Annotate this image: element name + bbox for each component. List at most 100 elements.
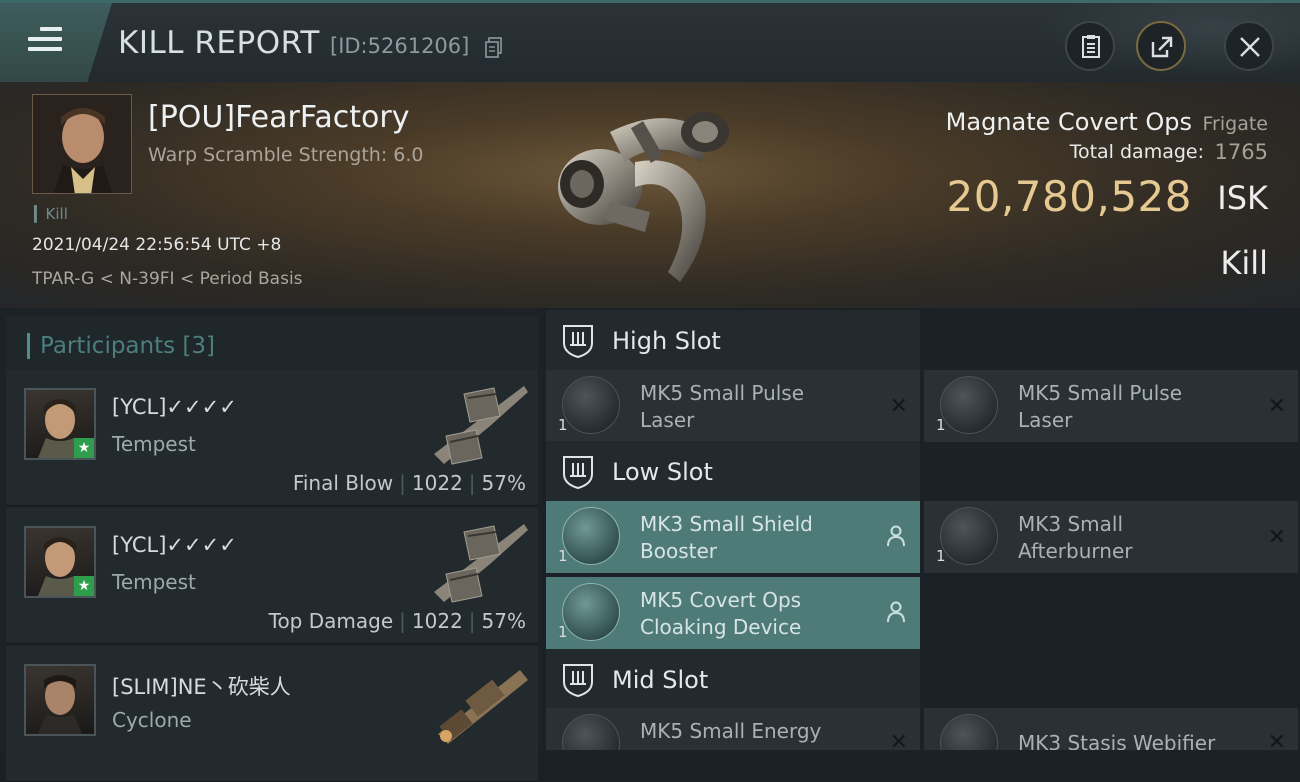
participant-ship-image [434,524,528,603]
portrait-image [38,675,82,734]
participant-role: Final Blow [292,471,394,495]
participant-percent: 57% [481,471,526,495]
shield-slot-icon [563,325,593,359]
module-name: MK3 Small Shield Booster [640,511,870,565]
menu-button[interactable] [0,3,112,82]
module-name-line2: Booster [640,539,717,563]
person-icon [887,525,905,547]
total-damage-label: Total damage: [1069,141,1204,163]
participant-name[interactable]: [YCL]✓✓✓✓ [112,533,237,557]
hamburger-menu-icon[interactable] [28,27,62,55]
participant-damage: 1022 [411,471,463,495]
participant-damage: 1022 [411,609,463,633]
module-name-line1: MK5 Small Pulse [1018,381,1183,405]
victim-banner: [POU]FearFactory Warp Scramble Strength:… [0,82,1300,308]
afterburner-icon [940,507,998,565]
section-accent-bar [27,333,30,359]
close-icon [1240,37,1260,57]
pulse-laser-icon [940,376,998,434]
participant-avatar[interactable]: ★ [24,388,96,460]
kill-result: Kill [1220,244,1268,282]
participant-avatar[interactable]: ★ [24,526,96,598]
module-quantity: 1 [936,547,946,565]
module-name: MK5 Covert Ops Cloaking Device [640,587,870,641]
shield-booster-icon [562,507,620,565]
module-item[interactable]: MK3 Stasis Webifier ✕ [924,708,1298,750]
participant-role: Top Damage [268,609,394,633]
pulse-laser-icon [562,376,620,434]
victim-ship-image [558,112,729,282]
participant-row[interactable]: ★ [YCL]✓✓✓✓ Tempest Top Damage | 1022 | 57% [6,508,538,644]
page-title: KILL REPORT [118,25,320,61]
module-name: MK5 Small Pulse Laser [1018,380,1248,434]
participant-percent: 57% [481,609,526,633]
close-button[interactable] [1224,21,1274,71]
header-bar: KILL REPORT [ID:5261206] [0,0,1300,85]
mid-slot-label: Mid Slot [612,666,709,694]
participant-ship: Tempest [112,570,196,594]
victim-ship-class: Frigate [1202,113,1268,135]
victim-ship-name[interactable]: Magnate Covert Ops [946,108,1192,136]
module-item[interactable]: 1 MK3 Small Shield Booster [546,501,920,573]
module-item[interactable]: 1 MK5 Covert Ops Cloaking Device [546,577,920,649]
module-quantity: 1 [558,416,568,434]
module-name-line1: MK5 Small Pulse [640,381,805,405]
participants-header: Participants [3] [6,316,538,372]
share-button[interactable] [1136,21,1186,71]
kill-datetime: 2021/04/24 22:56:54 UTC +8 [32,235,282,255]
participants-title: Participants [3] [40,333,215,359]
module-name: MK5 Small Energy [640,719,822,743]
report-id: [ID:5261206] [330,34,470,58]
low-slot-label: Low Slot [612,458,713,486]
mid-slot-header: Mid Slot [546,649,920,711]
x-mark-icon: ✕ [1267,394,1286,419]
energy-module-icon [562,714,620,750]
participant-stats: Top Damage | 1022 | 57% [268,609,526,633]
module-name-line2: Laser [1018,408,1073,432]
isk-unit: ISK [1217,179,1268,217]
participant-row[interactable]: ★ [YCL]✓✓✓✓ Tempest Final Blow | 1022 | 57% [6,370,538,506]
participant-name[interactable]: [YCL]✓✓✓✓ [112,395,237,419]
x-mark-icon: ✕ [889,730,908,750]
participant-row[interactable]: [SLIM]NE丶砍柴人 Cyclone [6,646,538,782]
low-slot-header: Low Slot [546,441,920,503]
module-item[interactable]: 1 MK5 Small Pulse Laser ✕ [924,370,1298,442]
clipboard-button[interactable] [1065,21,1115,71]
module-item[interactable]: MK5 Small Energy ✕ [546,708,920,750]
module-name-line1: MK3 Small Shield [640,512,813,536]
participant-ship: Tempest [112,432,196,456]
high-slot-header: High Slot [546,310,920,372]
module-quantity: 1 [936,416,946,434]
shield-slot-icon [563,456,593,490]
participant-avatar[interactable] [24,664,96,736]
portrait-image [33,95,131,193]
module-name-line1: MK5 Covert Ops [640,588,802,612]
shield-slot-icon [563,664,593,698]
participants-panel: Participants [3] ★ [YCL]✓✓✓✓ Tempest Fin… [0,308,542,782]
module-name: MK5 Small Pulse Laser [640,380,870,434]
module-name-line2: Laser [640,408,695,432]
module-name-line2: Cloaking Device [640,615,802,639]
star-icon: ★ [74,438,94,458]
share-icon [1151,36,1173,58]
total-damage-value: 1765 [1214,140,1268,164]
module-item[interactable]: 1 MK3 Small Afterburner ✕ [924,501,1298,573]
isk-value: 20,780,528 [946,172,1192,221]
clipboard-icon [1082,35,1100,58]
module-item[interactable]: 1 MK5 Small Pulse Laser ✕ [546,370,920,442]
participant-name[interactable]: [SLIM]NE丶砍柴人 [112,671,291,701]
x-mark-icon: ✕ [1267,730,1286,750]
kill-tag-label: Kill [45,205,68,223]
warp-scramble-strength: Warp Scramble Strength: 6.0 [148,144,424,166]
module-name-line2: Afterburner [1018,539,1133,563]
high-slot-label: High Slot [612,327,721,355]
victim-avatar[interactable] [32,94,132,194]
person-icon [887,601,905,623]
kill-location[interactable]: TPAR-G < N-39FI < Period Basis [32,269,303,289]
module-name: MK3 Stasis Webifier [1018,731,1216,750]
x-mark-icon: ✕ [1267,525,1286,550]
participant-ship-image [438,670,528,744]
copy-icon[interactable] [484,37,504,59]
participant-ship-image [434,386,528,465]
victim-name[interactable]: [POU]FearFactory [148,100,409,135]
